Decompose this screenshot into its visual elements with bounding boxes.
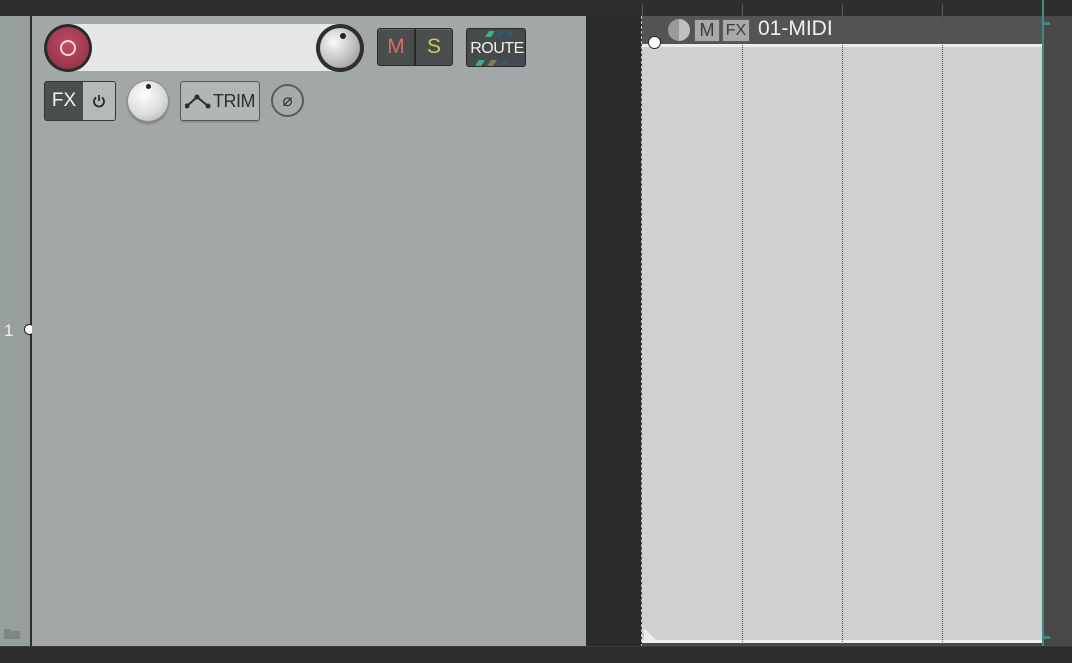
item-volume-handle[interactable]: [648, 36, 661, 49]
automation-trim-button[interactable]: TRIM: [180, 81, 260, 121]
power-icon: [93, 95, 105, 108]
cursor-tick: [1044, 636, 1050, 639]
tcp-arrange-divider[interactable]: [586, 16, 626, 646]
record-icon: [60, 40, 76, 56]
pan-knob-indicator: [146, 84, 151, 89]
cursor-tick: [1044, 22, 1050, 25]
fx-button-label: FX: [45, 82, 83, 120]
track-name-field[interactable]: [68, 24, 340, 71]
midi-media-item[interactable]: [642, 16, 1044, 643]
volume-knob-indicator: [340, 33, 346, 39]
item-top-border: [642, 44, 1044, 47]
bottom-scroll-bar[interactable]: [0, 646, 1072, 663]
grid-line: [742, 16, 743, 646]
ruler-tick: [942, 4, 943, 16]
track-number: 1: [4, 321, 14, 340]
ruler-tick: [842, 4, 843, 16]
fx-bypass-button[interactable]: [83, 82, 115, 120]
ruler-tick: [742, 4, 743, 16]
phase-icon: ⌀: [282, 90, 293, 110]
grid-line: [942, 16, 943, 646]
phase-invert-button[interactable]: ⌀: [271, 84, 304, 117]
item-lock-icon[interactable]: [668, 19, 690, 41]
ruler-tick: [642, 4, 643, 16]
fx-button[interactable]: FX: [44, 81, 116, 121]
route-button-label: ROUTE: [470, 40, 524, 57]
item-mute-button[interactable]: M: [694, 19, 720, 42]
record-arm-face: [47, 27, 89, 69]
route-button[interactable]: ROUTE: [466, 28, 526, 67]
item-bottom-border: [642, 640, 1044, 643]
item-fx-button[interactable]: FX: [722, 19, 750, 42]
folder-icon[interactable]: [4, 628, 20, 639]
item-icon-half: [679, 19, 690, 41]
mute-button[interactable]: M: [377, 28, 415, 66]
media-item-name: 01-MIDI: [758, 17, 833, 40]
volume-knob-face: [320, 28, 360, 68]
top-timeline-bar: [0, 0, 1072, 16]
grid-line: [842, 16, 843, 646]
pan-knob[interactable]: [127, 80, 169, 122]
record-arm-button[interactable]: [44, 24, 92, 72]
solo-button[interactable]: S: [415, 28, 453, 66]
envelope-icon: [185, 94, 211, 109]
volume-knob[interactable]: [316, 24, 364, 72]
route-stripes-icon: [485, 31, 515, 37]
trim-button-label: TRIM: [213, 90, 256, 111]
edit-cursor[interactable]: [1042, 0, 1044, 662]
item-fade-corner[interactable]: [644, 628, 656, 640]
route-stripes-bottom-icon: [475, 60, 519, 66]
